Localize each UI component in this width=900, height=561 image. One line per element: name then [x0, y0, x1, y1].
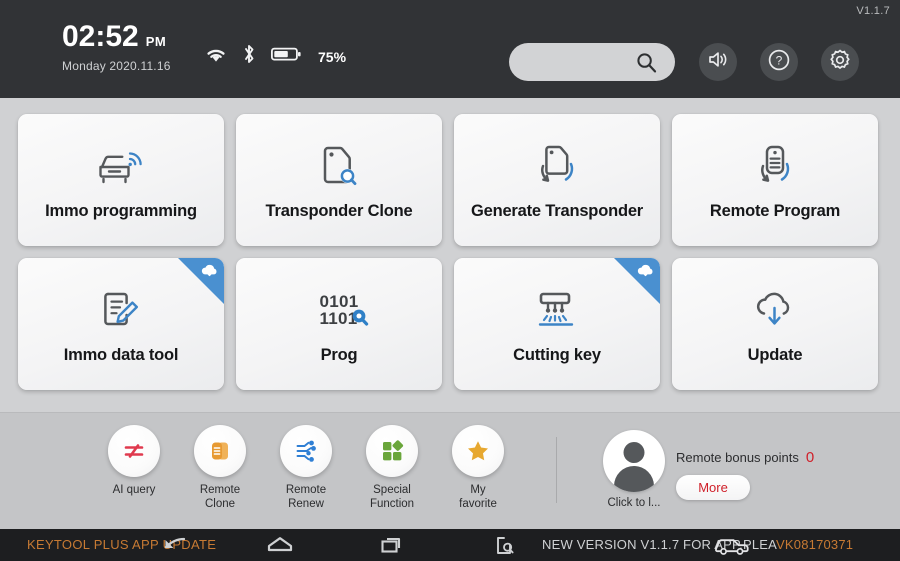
- marquee-right-text: NEW VERSION V1.1.7 FOR APP,PLEAVK0817037…: [542, 537, 853, 552]
- tile-generate-transponder[interactable]: Generate Transponder: [454, 114, 660, 246]
- cloud-download-icon: [636, 262, 655, 284]
- help-button[interactable]: ?: [760, 43, 798, 81]
- star-icon: [452, 425, 504, 477]
- avatar[interactable]: [603, 430, 665, 492]
- sound-icon: [707, 49, 730, 75]
- document-edit-icon: [98, 282, 144, 338]
- help-icon: ?: [767, 48, 791, 77]
- recent-apps-icon[interactable]: [380, 535, 406, 560]
- tile-prog[interactable]: 0101 1101 Prog: [236, 258, 442, 390]
- tile-label: Update: [747, 345, 803, 364]
- dock-item-label: My favorite: [459, 484, 497, 511]
- tile-label: Remote Program: [709, 201, 841, 220]
- tag-search-icon: [317, 138, 361, 194]
- update-badge: [614, 258, 660, 304]
- tile-label: Prog: [320, 345, 358, 364]
- clock-ampm: PM: [145, 34, 167, 49]
- ai-query-icon: [108, 425, 160, 477]
- remote-renew-icon: [280, 425, 332, 477]
- car-icon[interactable]: [712, 535, 752, 560]
- clock-time: 02:52: [62, 20, 139, 53]
- tile-label: Transponder Clone: [265, 201, 413, 220]
- more-button[interactable]: More: [676, 475, 750, 500]
- dock-item-label: Remote Renew: [285, 484, 327, 511]
- dock-item-label: AI query: [112, 484, 156, 496]
- dock-item-ai-query[interactable]: AI query: [106, 425, 162, 512]
- bluetooth-icon: [242, 44, 256, 69]
- car-signal-icon: [94, 138, 148, 194]
- screenshot-icon[interactable]: [494, 535, 516, 561]
- dock-item-remote-clone[interactable]: Remote Clone: [192, 425, 248, 512]
- tag-refresh-icon: [534, 138, 580, 194]
- battery-percent: 75%: [318, 48, 347, 65]
- wifi-icon: [205, 46, 227, 68]
- tile-label: Immo data tool: [63, 345, 179, 364]
- battery-icon: [270, 46, 301, 67]
- app-root: V1.1.7 02:52 PM Monday 2020.11.16 75% ? …: [0, 0, 900, 561]
- tile-label: Immo programming: [45, 201, 197, 220]
- user-account-block[interactable]: Click to l...: [598, 430, 670, 509]
- tile-remote-program[interactable]: Remote Program: [672, 114, 878, 246]
- tile-label: Generate Transponder: [470, 202, 644, 221]
- status-icons: 75%: [205, 44, 346, 69]
- clock-date: Monday 2020.11.16: [62, 59, 171, 73]
- search-bar[interactable]: [509, 43, 675, 81]
- status-header: V1.1.7 02:52 PM Monday 2020.11.16 75% ?: [0, 0, 900, 98]
- cloud-download-icon: [200, 262, 219, 284]
- back-arrow-icon[interactable]: [162, 535, 188, 560]
- home-icon[interactable]: [266, 535, 294, 560]
- clock-block: 02:52 PM Monday 2020.11.16: [62, 20, 171, 74]
- settings-button[interactable]: [821, 43, 859, 81]
- key-cutter-icon: [531, 282, 583, 338]
- dock-item-remote-renew[interactable]: Remote Renew: [278, 425, 334, 512]
- dock-item-label: Special Function: [369, 484, 415, 511]
- dock-item-my-favorite[interactable]: My favorite: [450, 425, 506, 512]
- search-icon[interactable]: [636, 52, 657, 78]
- search-icon: [350, 307, 370, 330]
- tile-cutting-key[interactable]: Cutting key: [454, 258, 660, 390]
- dock-item-special-function[interactable]: Special Function: [364, 425, 420, 512]
- tile-transponder-clone[interactable]: Transponder Clone: [236, 114, 442, 246]
- sound-button[interactable]: [699, 43, 737, 81]
- svg-text:?: ?: [776, 53, 783, 67]
- tile-label: Cutting key: [513, 345, 601, 364]
- dock-item-label: Remote Clone: [199, 484, 241, 511]
- dock-bar: AI query Remote Clone Remote Renew Speci…: [0, 412, 900, 529]
- main-area: Immo programming Transponder Clone Gener…: [0, 98, 900, 412]
- tile-immo-programming[interactable]: Immo programming: [18, 114, 224, 246]
- dock-app-list: AI query Remote Clone Remote Renew Speci…: [106, 425, 506, 512]
- tile-update[interactable]: Update: [672, 258, 878, 390]
- binary-search-icon: 0101 1101: [319, 282, 368, 338]
- search-input[interactable]: [523, 43, 635, 81]
- special-function-icon: [366, 425, 418, 477]
- navigation-bar: KEYTOOL PLUS APP UPDATE NEW VERSION V1.1…: [0, 529, 900, 561]
- tile-immo-data-tool[interactable]: Immo data tool: [18, 258, 224, 390]
- bonus-value: 0: [805, 449, 815, 466]
- cloud-download-icon: [749, 282, 801, 338]
- marquee-right-highlight: VK08170371: [776, 537, 854, 552]
- function-grid: Immo programming Transponder Clone Gener…: [18, 114, 882, 390]
- gear-icon: [828, 48, 852, 77]
- update-badge: [178, 258, 224, 304]
- bonus-label: Remote bonus points: [676, 450, 799, 465]
- dock-divider: [556, 437, 557, 503]
- version-label: V1.1.7: [856, 5, 890, 17]
- avatar-label: Click to l...: [607, 497, 661, 509]
- remote-refresh-icon: [752, 138, 798, 194]
- bonus-block: Remote bonus points 0 More: [676, 449, 814, 500]
- remote-clone-icon: [194, 425, 246, 477]
